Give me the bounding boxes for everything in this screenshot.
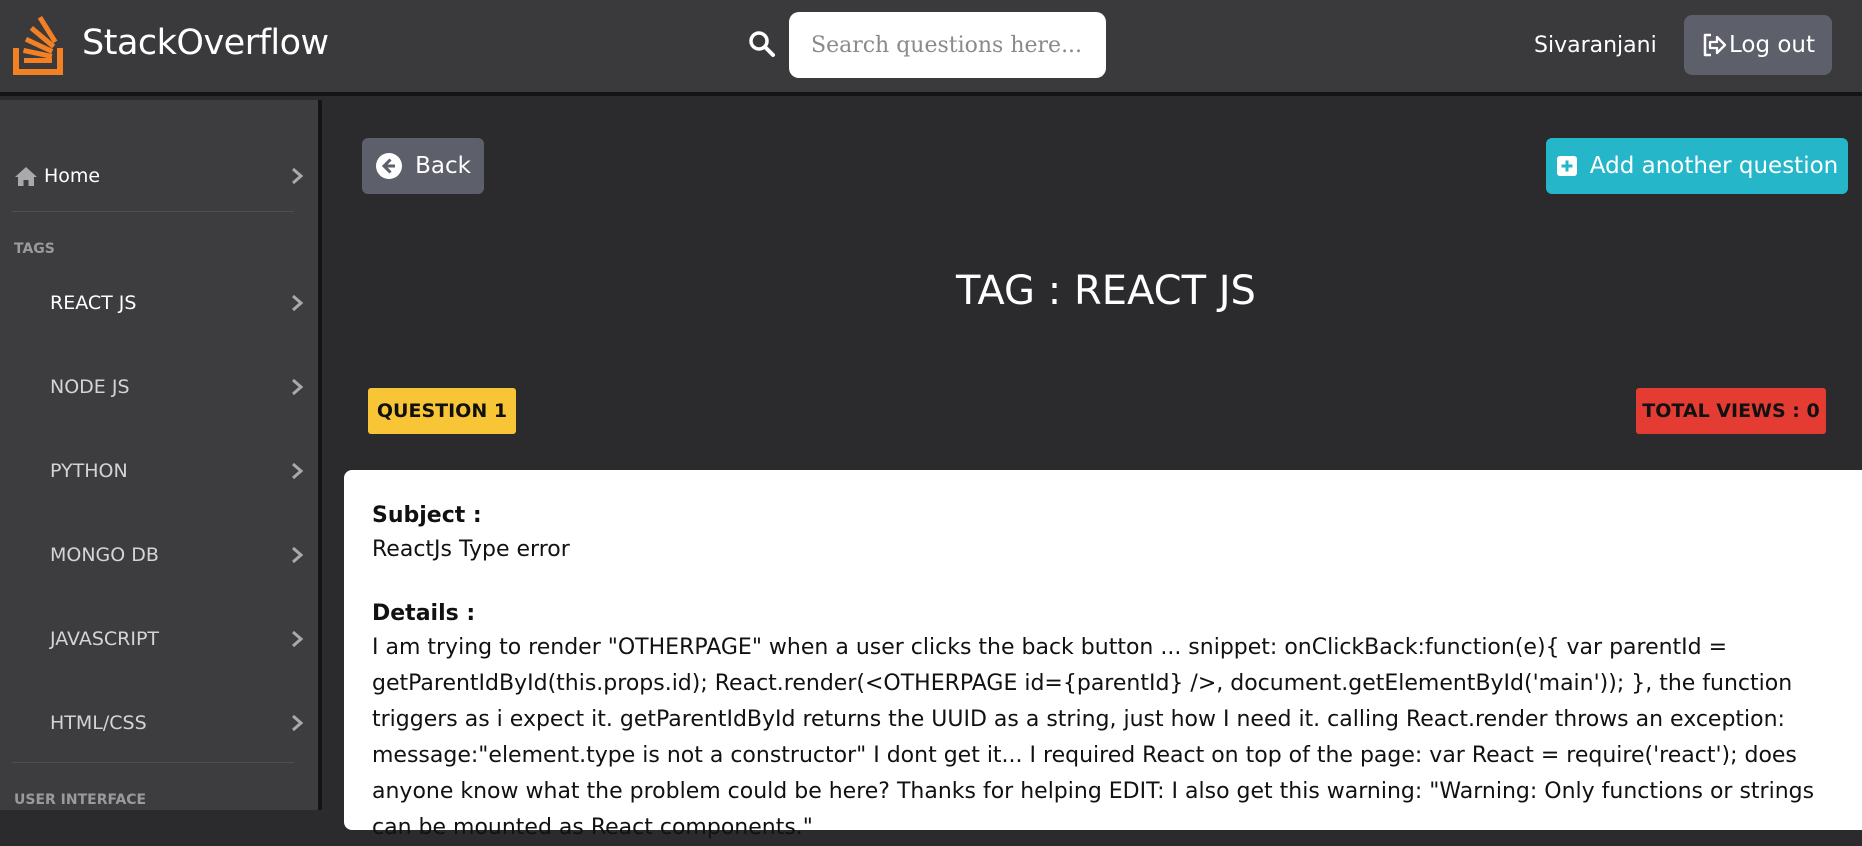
username-label: Sivaranjani <box>1534 33 1657 58</box>
arrow-left-circle-icon <box>376 153 403 179</box>
chevron-right-icon <box>292 378 304 396</box>
details-label: Details : <box>372 601 476 626</box>
details-value: I am trying to render "OTHERPAGE" when a… <box>372 635 1815 840</box>
chevron-right-icon <box>292 462 304 480</box>
sidebar: Home TAGS REACT JS NODE JS PYTHON MONGO … <box>0 100 322 810</box>
sidebar-item-mongo-db[interactable]: MONGO DB <box>50 535 304 575</box>
sidebar-item-label: MONGO DB <box>50 544 159 566</box>
add-question-label: Add another question <box>1589 153 1839 179</box>
sidebar-divider <box>12 762 294 763</box>
plus-square-icon <box>1556 156 1577 176</box>
sidebar-item-home[interactable]: Home <box>14 156 304 196</box>
subject-label: Subject : <box>372 503 482 528</box>
section-title-user-interface: USER INTERFACE <box>14 792 147 808</box>
main-content: Back Add another question TAG : REACT JS… <box>326 100 1862 840</box>
sidebar-divider <box>12 211 294 212</box>
back-label: Back <box>415 153 471 179</box>
sidebar-item-python[interactable]: PYTHON <box>50 451 304 491</box>
logout-button[interactable]: Log out <box>1684 15 1832 75</box>
top-navbar: StackOverflow Sivaranjani Log out <box>0 0 1862 96</box>
sidebar-item-label: JAVASCRIPT <box>50 628 160 650</box>
page-title: TAG : REACT JS <box>956 268 1256 314</box>
search-input[interactable] <box>789 12 1106 78</box>
sidebar-item-node-js[interactable]: NODE JS <box>50 367 304 407</box>
back-button[interactable]: Back <box>362 138 484 194</box>
total-views-badge: TOTAL VIEWS : 0 <box>1636 388 1826 434</box>
question-card: Subject : ReactJs Type error Details : I… <box>344 470 1862 840</box>
brand-logo[interactable]: StackOverflow <box>12 10 329 76</box>
chevron-right-icon <box>292 714 304 732</box>
chevron-right-icon <box>292 167 304 185</box>
sidebar-item-html-css[interactable]: HTML/CSS <box>50 703 304 743</box>
sidebar-item-label: Home <box>44 165 101 187</box>
section-title-tags: TAGS <box>14 241 55 257</box>
chevron-right-icon <box>292 294 304 312</box>
subject-value: ReactJs Type error <box>372 537 570 562</box>
add-question-button[interactable]: Add another question <box>1546 138 1848 194</box>
sidebar-item-react-js[interactable]: REACT JS <box>50 283 304 323</box>
chevron-right-icon <box>292 630 304 648</box>
sidebar-item-label: PYTHON <box>50 460 128 482</box>
stackoverflow-logo-icon <box>13 16 63 75</box>
logout-icon <box>1703 33 1727 57</box>
question-number-badge: QUESTION 1 <box>368 388 516 434</box>
sidebar-item-label: REACT JS <box>50 292 137 314</box>
chevron-right-icon <box>292 546 304 564</box>
brand-name: StackOverflow <box>82 23 329 63</box>
sidebar-item-label: HTML/CSS <box>50 712 147 734</box>
sidebar-item-javascript[interactable]: JAVASCRIPT <box>50 619 304 659</box>
search-icon[interactable] <box>748 30 776 58</box>
sidebar-item-label: NODE JS <box>50 376 130 398</box>
home-icon <box>15 167 37 186</box>
logout-label: Log out <box>1728 32 1816 58</box>
